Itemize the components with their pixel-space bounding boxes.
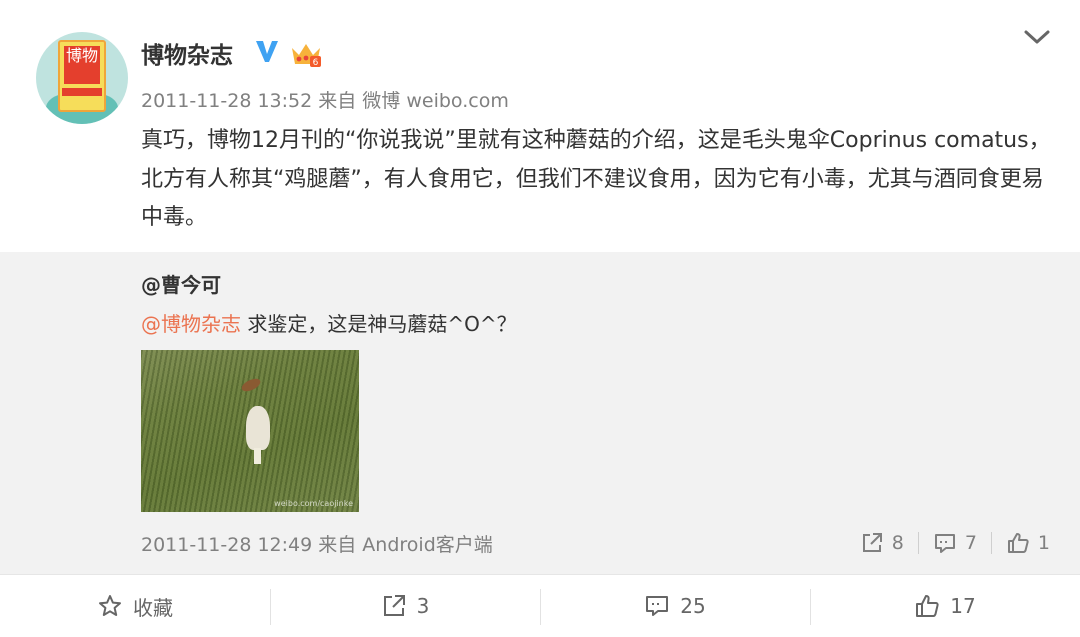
repost-text: @博物杂志 求鉴定，这是神马蘑菇^O^？ (141, 308, 517, 337)
avatar-logo: 博物 (64, 46, 100, 84)
repost-button[interactable]: 3 (270, 575, 540, 637)
repost-count: 3 (416, 594, 430, 618)
repost-comment-button[interactable]: 7 (933, 531, 977, 555)
avatar-strip (62, 88, 102, 96)
thumbs-up-icon (1007, 533, 1029, 553)
avatar-magazine: 博物 (58, 40, 106, 112)
favorite-button[interactable]: 收藏 (0, 575, 270, 637)
thumbs-up-icon (916, 595, 939, 617)
photo-mushroom-cap (246, 406, 270, 450)
weibo-post: 博物 博物杂志 6 2011-11-28 13:52 来自 微博 weibo.c… (0, 0, 1080, 252)
post-text: 真巧，博物12月刊的“你说我说”里就有这种蘑菇的介绍，这是毛头鬼伞Coprinu… (141, 128, 1051, 230)
bottom-action-bar: 收藏 3 25 17 (0, 574, 1080, 637)
share-icon (383, 595, 405, 616)
repost-actions: 8 7 1 (860, 530, 1050, 556)
repost-share-count: 8 (891, 532, 904, 554)
comment-icon (646, 596, 669, 616)
repost-share-button[interactable]: 8 (860, 531, 904, 555)
photo-watermark: weibo.com/caojinke (274, 499, 353, 508)
verified-v-icon (256, 41, 278, 62)
chevron-down-icon[interactable] (1022, 26, 1052, 48)
repost-author[interactable]: @曹今可 (141, 269, 221, 298)
mushroom-photo[interactable]: weibo.com/caojinke (141, 350, 359, 512)
repost-body: 求鉴定，这是神马蘑菇^O^？ (241, 312, 517, 336)
crown-badge-icon[interactable]: 6 (290, 40, 322, 68)
post-timestamp[interactable]: 2011-11-28 13:52 (141, 90, 312, 112)
photo-mushroom-stem (254, 448, 261, 464)
avatar[interactable]: 博物 (36, 32, 128, 124)
favorite-label: 收藏 (133, 595, 173, 620)
like-count: 17 (950, 594, 976, 618)
mention-link[interactable]: @博物杂志 (141, 312, 241, 336)
repost-like-button[interactable]: 1 (1006, 531, 1050, 555)
share-icon (862, 533, 882, 552)
repost-timestamp[interactable]: 2011-11-28 12:49 (141, 534, 312, 556)
comment-icon (934, 534, 955, 553)
svg-text:6: 6 (313, 58, 319, 68)
comment-button[interactable]: 25 (540, 575, 810, 637)
repost-source: 来自 Android客户端 (318, 534, 493, 556)
comment-count: 25 (680, 594, 706, 618)
repost-like-count: 1 (1037, 532, 1050, 554)
repost-meta: 2011-11-28 12:49 来自 Android客户端 (141, 530, 493, 557)
repost-comment-count: 7 (964, 532, 977, 554)
post-meta: 2011-11-28 13:52 来自 微博 weibo.com (141, 86, 509, 113)
star-icon (99, 595, 121, 616)
like-button[interactable]: 17 (810, 575, 1080, 637)
author-name[interactable]: 博物杂志 (141, 36, 233, 70)
post-source: 来自 微博 weibo.com (318, 90, 509, 112)
repost-card[interactable]: @曹今可 @博物杂志 求鉴定，这是神马蘑菇^O^？ weibo.com/caoj… (0, 252, 1080, 574)
divider (990, 532, 992, 554)
divider (917, 532, 919, 554)
